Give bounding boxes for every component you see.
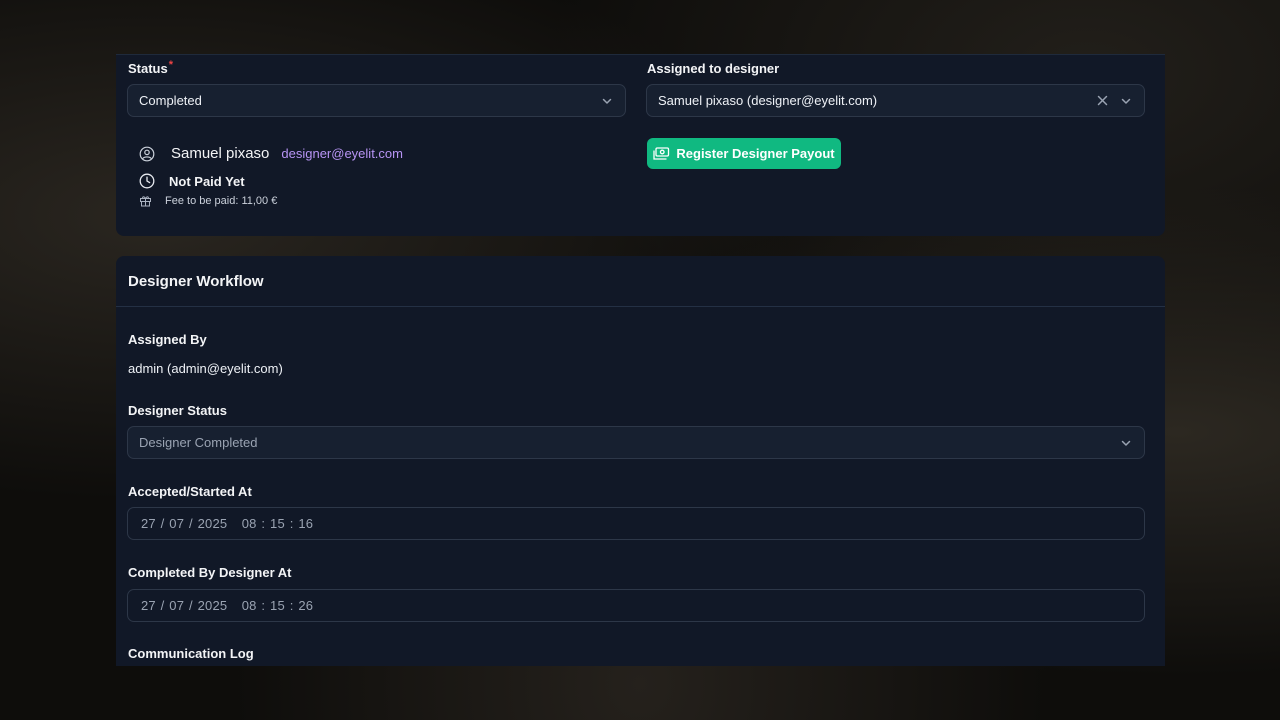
assigned-designer-select[interactable]: Samuel pixaso (designer@eyelit.com) xyxy=(646,84,1145,117)
section-divider xyxy=(116,306,1165,307)
register-designer-payout-button[interactable]: Register Designer Payout xyxy=(647,138,841,169)
section-title: Designer Workflow xyxy=(128,273,264,290)
assigned-designer-value: Samuel pixaso (designer@eyelit.com) xyxy=(658,93,878,108)
fee-text: Fee to be paid: 11,00 € xyxy=(165,194,278,207)
designer-name: Samuel pixaso xyxy=(171,145,270,162)
accepted-started-input[interactable]: 27 / 07 / 2025 08 : 15 : 16 xyxy=(127,507,1145,540)
user-circle-icon xyxy=(139,146,155,162)
assigned-designer-label: Assigned to designer xyxy=(647,61,780,76)
gift-icon xyxy=(139,194,152,207)
chevron-down-icon[interactable] xyxy=(1119,94,1133,108)
communication-log-label: Communication Log xyxy=(128,646,254,661)
chevron-down-icon xyxy=(1119,436,1133,450)
payment-status-row: Not Paid Yet xyxy=(139,173,245,189)
fee-row: Fee to be paid: 11,00 € xyxy=(139,194,277,207)
money-icon xyxy=(653,146,670,161)
completed-by-designer-label: Completed By Designer At xyxy=(128,565,292,580)
payment-status: Not Paid Yet xyxy=(169,173,245,189)
order-assignment-panel: Status* Completed Assigned to designer S… xyxy=(116,54,1165,236)
chevron-down-icon xyxy=(600,94,614,108)
designer-status-value: Designer Completed xyxy=(139,435,258,450)
close-icon[interactable] xyxy=(1095,94,1109,108)
status-select[interactable]: Completed xyxy=(127,84,626,117)
designer-email[interactable]: designer@eyelit.com xyxy=(281,146,403,161)
designer-status-select[interactable]: Designer Completed xyxy=(127,426,1145,459)
status-select-value: Completed xyxy=(139,93,202,108)
designer-status-label: Designer Status xyxy=(128,403,227,418)
required-mark: * xyxy=(168,59,174,71)
register-designer-payout-label: Register Designer Payout xyxy=(676,146,835,161)
accepted-started-label: Accepted/Started At xyxy=(128,484,252,499)
status-label: Status* xyxy=(128,59,174,76)
completed-by-designer-input[interactable]: 27 / 07 / 2025 08 : 15 : 26 xyxy=(127,589,1145,622)
clock-icon xyxy=(139,173,155,189)
assigned-by-label: Assigned By xyxy=(128,332,207,347)
assigned-by-value: admin (admin@eyelit.com) xyxy=(128,361,283,376)
designer-info-row: Samuel pixaso designer@eyelit.com xyxy=(139,145,403,162)
designer-workflow-panel: Designer Workflow Assigned By admin (adm… xyxy=(116,256,1165,666)
